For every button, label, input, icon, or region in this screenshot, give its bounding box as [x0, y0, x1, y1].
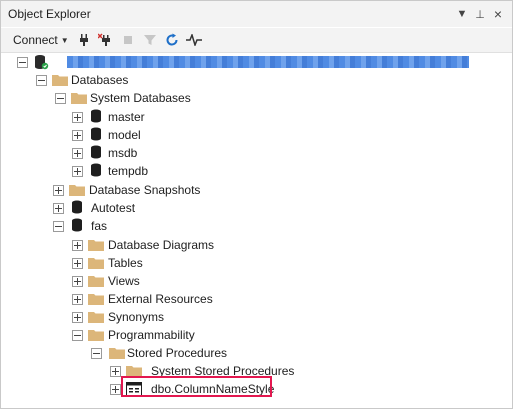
folder-icon — [69, 185, 85, 196]
expand-icon[interactable] — [110, 366, 121, 377]
object-tree: Databases System Databases master model — [1, 53, 512, 408]
toolbar: Connect ▼ — [1, 28, 512, 53]
database-icon — [91, 109, 101, 123]
expand-icon[interactable] — [72, 276, 83, 287]
chevron-down-icon: ▼ — [60, 36, 69, 45]
object-explorer-panel: Object Explorer ▼ ⊥ × Connect ▼ Database… — [0, 0, 513, 409]
tree-label: System Databases — [90, 91, 191, 105]
tree-label: Databases — [71, 73, 129, 87]
collapse-icon[interactable] — [55, 93, 66, 104]
database-icon — [91, 127, 101, 141]
window-position-dropdown-icon[interactable]: ▼ — [454, 5, 470, 23]
connect-label: Connect — [13, 33, 58, 47]
folder-icon — [71, 93, 87, 104]
close-icon[interactable]: × — [490, 5, 506, 23]
tree-label: Database Snapshots — [89, 183, 201, 197]
expand-icon[interactable] — [72, 112, 83, 123]
tree-node-server[interactable] — [15, 53, 495, 71]
collapse-icon[interactable] — [53, 221, 64, 232]
tree-label: fas — [91, 219, 108, 233]
folder-icon — [88, 258, 104, 269]
collapse-icon[interactable] — [72, 330, 83, 341]
expand-icon[interactable] — [72, 148, 83, 159]
expand-icon[interactable] — [53, 203, 64, 214]
collapse-icon[interactable] — [17, 57, 28, 68]
collapse-icon[interactable] — [36, 75, 47, 86]
expand-icon[interactable] — [72, 294, 83, 305]
folder-icon — [109, 348, 125, 359]
tree-label: Synonyms — [108, 310, 165, 324]
expand-icon[interactable] — [72, 166, 83, 177]
expand-icon[interactable] — [72, 240, 83, 251]
tree-label: model — [108, 128, 141, 142]
pin-icon[interactable]: ⊥ — [472, 5, 488, 23]
tree-label: tempdb — [108, 164, 149, 178]
refresh-icon[interactable] — [161, 30, 183, 50]
database-icon — [91, 163, 101, 177]
folder-icon — [88, 312, 104, 323]
tree-label: Autotest — [91, 201, 136, 215]
tree-label: External Resources — [108, 292, 213, 306]
expand-icon[interactable] — [72, 312, 83, 323]
tree-label: Stored Procedures — [127, 346, 228, 360]
stop-icon[interactable] — [117, 30, 139, 50]
expand-icon[interactable] — [110, 384, 121, 395]
folder-icon — [88, 330, 104, 341]
database-icon — [72, 218, 82, 232]
connect-plug-icon[interactable] — [73, 30, 95, 50]
folder-icon — [88, 294, 104, 305]
folder-icon — [88, 276, 104, 287]
server-icon — [35, 55, 49, 70]
tree-label: Views — [108, 274, 140, 288]
title-bar: Object Explorer ▼ ⊥ × — [1, 1, 512, 27]
activity-monitor-icon[interactable] — [183, 30, 205, 50]
highlight-box — [121, 376, 272, 397]
folder-icon — [52, 75, 68, 86]
database-icon — [91, 145, 101, 159]
title-bar-buttons: ▼ ⊥ × — [454, 5, 506, 23]
tree-label: Tables — [108, 256, 143, 270]
tree-label: msdb — [108, 146, 138, 160]
expand-icon[interactable] — [72, 130, 83, 141]
connect-button[interactable]: Connect ▼ — [13, 33, 69, 47]
expand-icon[interactable] — [72, 258, 83, 269]
tree-label: Database Diagrams — [108, 238, 215, 252]
panel-title: Object Explorer — [8, 7, 91, 21]
disconnect-plug-icon[interactable] — [95, 30, 117, 50]
database-icon — [72, 200, 82, 214]
folder-icon — [88, 240, 104, 251]
filter-icon[interactable] — [139, 30, 161, 50]
tree-label: Programmability — [108, 328, 195, 342]
collapse-icon[interactable] — [91, 348, 102, 359]
redacted-server-name — [67, 56, 469, 68]
tree-label: master — [108, 110, 145, 124]
expand-icon[interactable] — [53, 185, 64, 196]
